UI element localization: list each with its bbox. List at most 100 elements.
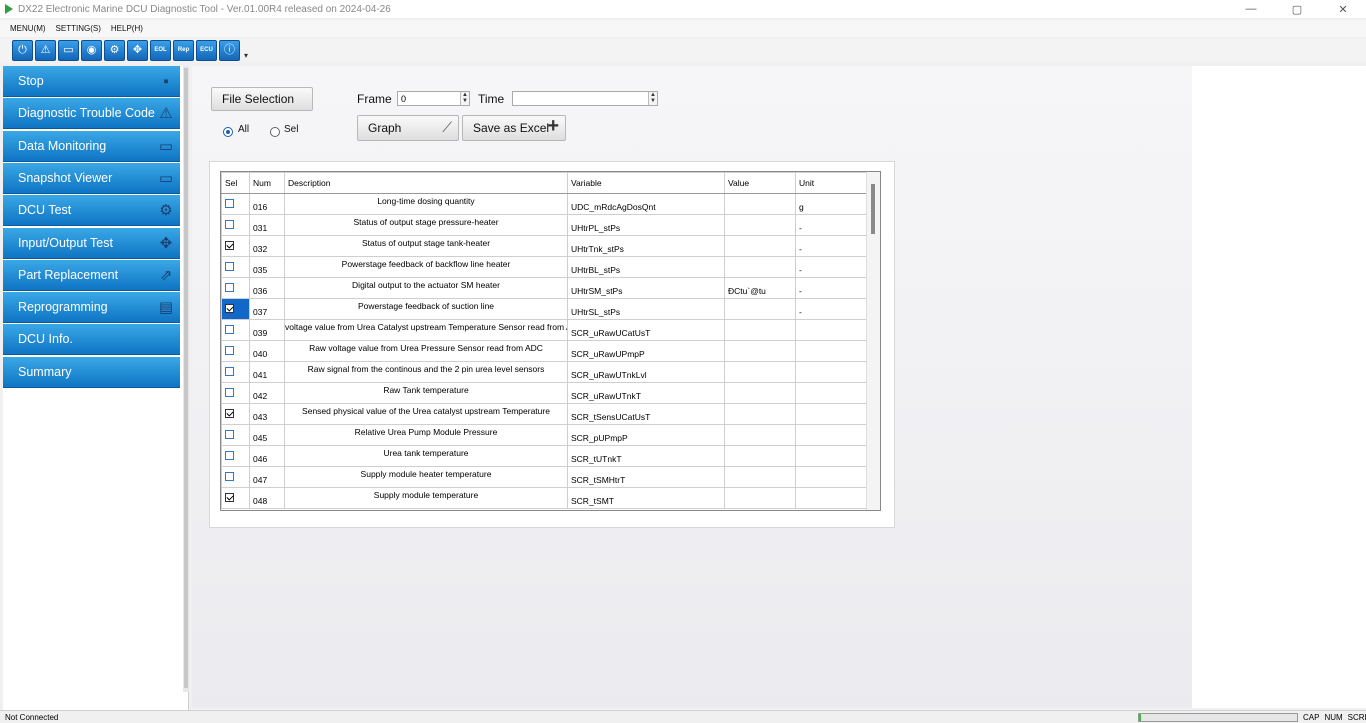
frame-spinbox[interactable]: 0 ▲ ▼ [397,91,470,106]
header-sel[interactable]: Sel [221,172,250,194]
cell-sel[interactable] [221,487,250,509]
save-excel-button[interactable]: Save as Excel + [462,115,566,141]
cell-sel[interactable] [221,340,250,362]
cell-sel[interactable] [221,277,250,299]
table-row[interactable]: 047 Supply module heater temperature SCR_t… [221,466,868,488]
cell-var: SCR_pUPmpP [567,424,725,446]
cell-var: SCR_tSensUCatUsT [567,403,725,425]
monitor-icon[interactable]: ▭ [58,39,79,61]
eol-icon[interactable]: EOL [150,39,171,61]
row-checkbox[interactable] [225,219,234,229]
sidebar-item-summary[interactable]: Summary [3,356,180,388]
radio-all[interactable] [223,127,233,137]
toolbar-overflow-icon[interactable]: ▾ [244,51,248,60]
table-row[interactable]: 040 Raw voltage value from Urea Pressure … [221,340,868,362]
info-icon[interactable]: ⓘ [219,39,240,61]
cell-desc: Status of output stage tank-heater [284,235,568,257]
table-row[interactable]: 043 Sensed physical value of the Urea cat… [221,403,868,425]
row-checkbox[interactable] [225,429,234,439]
row-checkbox[interactable] [225,492,234,502]
cell-val: ĐCtu`@tu [724,277,796,299]
cell-sel[interactable] [221,424,250,446]
sidebar-item-data-monitoring[interactable]: Data Monitoring ▭ [3,130,180,162]
cell-sel[interactable] [221,361,250,383]
cell-desc: Supply module heater temperature [284,466,568,488]
table-row[interactable]: 016 Long-time dosing quantity UDC_mRdcAgDo… [221,193,868,215]
sidebar-item-stop[interactable]: Stop ▪ [3,66,180,97]
warning-icon[interactable]: ⚠ [35,39,56,61]
sidebar-item-dcu-test[interactable]: DCU Test ⚙ [3,195,180,227]
header-value[interactable]: Value [724,172,796,194]
cell-var: SCR_uRawUCatUsT [567,319,725,341]
table-row[interactable]: 031 Status of output stage pressure-heate… [221,214,868,236]
header-description[interactable]: Description [284,172,568,194]
header-variable[interactable]: Variable [567,172,725,194]
sidebar-item-dcu-info[interactable]: DCU Info. [3,324,180,356]
table-scrollbar[interactable] [866,172,880,510]
time-field[interactable]: ▲ ▼ [512,91,658,106]
cell-num: 031 [249,214,285,236]
cell-sel[interactable] [221,193,250,215]
reprogram-icon[interactable]: Rep [173,39,194,61]
row-checkbox[interactable] [225,408,234,418]
cell-sel[interactable] [221,319,250,341]
cell-sel[interactable] [221,298,250,320]
sidebar-item-diagnostic-trouble-code[interactable]: Diagnostic Trouble Code ⚠ [3,98,180,130]
close-button[interactable]: ✕ [1320,0,1366,18]
maximize-button[interactable]: ▢ [1274,0,1320,18]
cell-sel[interactable] [221,445,250,467]
monitor-icon: ▭ [158,137,174,155]
menu-item-help[interactable]: HELP(H) [111,24,143,33]
status-bar: Not Connected CAP NUM SCRL [0,710,1366,723]
spin-arrows-icon[interactable]: ▲ ▼ [460,92,469,105]
time-spin-arrows-icon[interactable]: ▲ ▼ [648,92,657,105]
table-row[interactable]: 037 Powerstage feedback of suction line UH… [221,298,868,320]
sidebar-item-input-output-test[interactable]: Input/Output Test ✥ [3,227,180,259]
row-checkbox[interactable] [225,282,234,292]
table-row[interactable]: 039 voltage value from Urea Catalyst upst… [221,319,868,341]
row-checkbox[interactable] [225,324,234,334]
graph-button[interactable]: Graph ⟋ [357,115,459,141]
table-row[interactable]: 045 Relative Urea Pump Module Pressure SCR… [221,424,868,446]
row-checkbox[interactable] [225,303,234,313]
cell-sel[interactable] [221,256,250,278]
plus-icon: + [547,115,559,137]
table-row[interactable]: 048 Supply module temperature SCR_tSMT [221,487,868,509]
cell-sel[interactable] [221,403,250,425]
row-checkbox[interactable] [225,450,234,460]
sidebar-scrollbar[interactable] [183,66,189,692]
cell-sel[interactable] [221,382,250,404]
sidebar-item-snapshot-viewer[interactable]: Snapshot Viewer ▭ [3,162,180,194]
table-row[interactable]: 036 Digital output to the actuator SM hea… [221,277,868,299]
row-checkbox[interactable] [225,387,234,397]
ecu-icon[interactable]: ECU [196,39,217,61]
table-row[interactable]: 041 Raw signal from the continous and the… [221,361,868,383]
sidebar-item-reprogramming[interactable]: Reprogramming ▤ [3,292,180,324]
dcu-test-icon[interactable]: ⚙ [104,39,125,61]
menu-item-setting[interactable]: SETTING(S) [56,24,101,33]
minimize-button[interactable]: — [1228,0,1274,18]
io-test-icon[interactable]: ✥ [127,39,148,61]
table-row[interactable]: 042 Raw Tank temperature SCR_uRawUTnkT [221,382,868,404]
radio-sel[interactable] [270,127,280,137]
row-checkbox[interactable] [225,240,234,250]
file-selection-button[interactable]: File Selection [211,87,313,111]
dcu-test-icon: ⚙ [159,202,173,220]
header-unit[interactable]: Unit [795,172,868,194]
camera-icon[interactable]: ◉ [81,39,102,61]
cell-sel[interactable] [221,235,250,257]
table-row[interactable]: 035 Powerstage feedback of backflow line … [221,256,868,278]
menu-item-menu[interactable]: MENU(M) [10,24,46,33]
cell-sel[interactable] [221,466,250,488]
row-checkbox[interactable] [225,471,234,481]
sidebar-item-part-replacement[interactable]: Part Replacement ⇗ [3,259,180,291]
row-checkbox[interactable] [225,366,234,376]
row-checkbox[interactable] [225,345,234,355]
table-row[interactable]: 032 Status of output stage tank-heater UHt… [221,235,868,257]
header-num[interactable]: Num [249,172,285,194]
row-checkbox[interactable] [225,198,234,208]
power-icon[interactable]: ⏻ [12,39,33,61]
row-checkbox[interactable] [225,261,234,271]
cell-sel[interactable] [221,214,250,236]
table-row[interactable]: 046 Urea tank temperature SCR_tUTnkT [221,445,868,467]
